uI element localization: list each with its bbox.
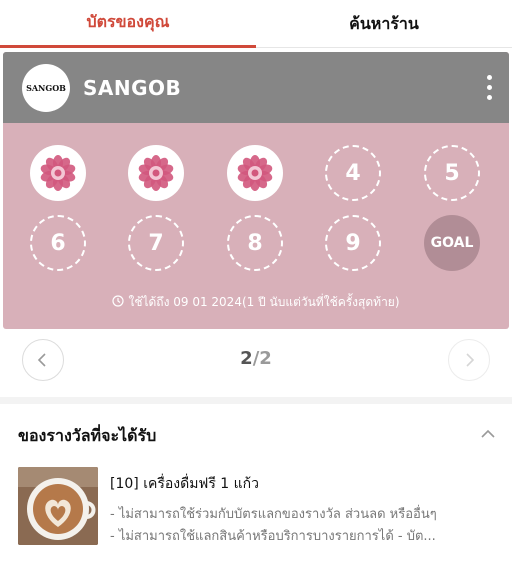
stamp-card[interactable]: SANGOB SANGOB 4 5 6 7 8 9 GOAL ใช้ได้ถึง 09 01…: [3, 52, 509, 329]
stamp-empty: 6: [30, 215, 86, 271]
more-vertical-icon[interactable]: [481, 74, 497, 102]
section-divider: [0, 397, 512, 404]
tab-bar: บัตรของคุณ ค้นหาร้าน: [0, 0, 512, 48]
stamp-empty: 5: [424, 145, 480, 201]
latte-art-image: [18, 467, 98, 545]
page-indicator: 2/2: [200, 348, 312, 369]
reward-condition-2: - ไม่สามารถใช้แลกสินค้าหรือบริการบางรายก…: [110, 529, 436, 544]
stamp-empty: 8: [227, 215, 283, 271]
stamp-filled: [30, 145, 86, 201]
card-header: SANGOB SANGOB: [3, 52, 509, 123]
stamp-label: 7: [148, 230, 164, 256]
stamp-filled: [128, 145, 184, 201]
stamp-goal: GOAL: [424, 215, 480, 271]
flower-icon: [40, 155, 76, 191]
chevron-up-icon: [481, 429, 495, 438]
page-current: 2: [240, 348, 253, 369]
clock-icon: [112, 295, 125, 307]
tab-your-cards[interactable]: บัตรของคุณ: [0, 0, 256, 48]
reward-name: [10] เครื่องดื่มฟรี 1 แก้ว: [110, 476, 260, 492]
next-card-button[interactable]: [448, 339, 490, 381]
stamp-label: 4: [345, 160, 361, 186]
stamp-label: 9: [345, 230, 361, 256]
rewards-title: ของรางวัลที่จะได้รับ: [18, 426, 157, 445]
stamp-empty: 7: [128, 215, 184, 271]
validity-text: ใช้ได้ถึง 09 01 2024(1 ปี นับแต่วันที่ใช…: [128, 295, 400, 309]
stamp-label: 8: [247, 230, 263, 256]
flower-icon: [237, 155, 273, 191]
stamp-empty: 9: [325, 215, 381, 271]
shop-logo-text: SANGOB: [26, 83, 66, 93]
stamp-label: GOAL: [430, 235, 474, 251]
prev-card-button[interactable]: [22, 339, 64, 381]
chevron-right-icon: [466, 353, 475, 367]
stamp-empty: 4: [325, 145, 381, 201]
collapse-rewards-button[interactable]: [478, 424, 498, 444]
stamp-label: 5: [444, 160, 460, 186]
page-total: 2: [259, 348, 272, 369]
reward-condition-1: - ไม่สามารถใช้ร่วมกับบัตรแลกของรางวัล ส่…: [110, 507, 437, 522]
shop-logo: SANGOB: [22, 64, 70, 112]
stamp-filled: [227, 145, 283, 201]
stamp-label: 6: [50, 230, 66, 256]
shop-name: SANGOB: [83, 76, 182, 100]
reward-thumbnail: [18, 467, 98, 545]
tab-find-shop[interactable]: ค้นหาร้าน: [256, 0, 512, 48]
flower-icon: [138, 155, 174, 191]
validity-note: ใช้ได้ถึง 09 01 2024(1 ปี นับแต่วันที่ใช…: [3, 293, 509, 312]
chevron-left-icon: [37, 353, 46, 367]
